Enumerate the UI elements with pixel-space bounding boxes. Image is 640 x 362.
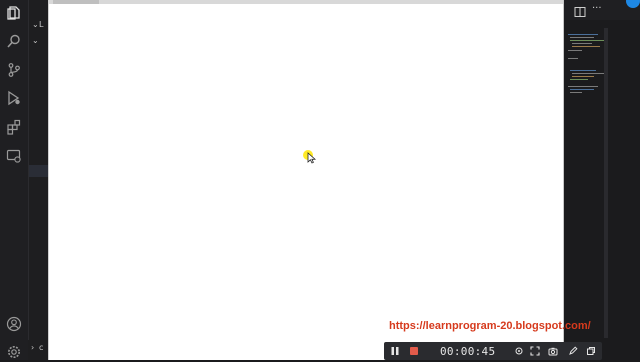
extensions-icon[interactable] xyxy=(4,117,24,137)
explorer-footer: › c xyxy=(28,340,48,360)
explorer-row-label[interactable]: L xyxy=(39,20,43,29)
browser-window[interactable] xyxy=(48,0,564,360)
browser-tab-edge[interactable] xyxy=(53,0,99,4)
fullscreen-icon[interactable] xyxy=(530,346,540,356)
window-icon[interactable] xyxy=(586,346,596,356)
browser-top-edge xyxy=(49,0,563,4)
source-control-icon[interactable] xyxy=(4,60,24,80)
settings-gear-icon[interactable] xyxy=(4,342,24,362)
editor-minimap xyxy=(562,20,640,360)
mouse-cursor xyxy=(303,150,317,164)
recording-timer: 00:00:45 xyxy=(440,344,496,358)
chevron-right-icon[interactable]: › xyxy=(31,343,34,352)
explorer-footer-label[interactable]: c xyxy=(39,343,43,352)
editor-scrollbar[interactable] xyxy=(604,28,608,338)
camera-icon[interactable] xyxy=(548,346,558,356)
explorer-panel: ⌄ ⌄ L xyxy=(29,0,48,360)
activity-bar xyxy=(0,0,29,360)
explorer-selected-row[interactable] xyxy=(29,165,48,177)
stop-icon[interactable] xyxy=(409,346,419,356)
screen-recorder-toolbar: 00:00:45 xyxy=(384,342,602,360)
explorer-chevron-icon[interactable]: ⌄ xyxy=(32,36,39,45)
pen-icon[interactable] xyxy=(568,346,578,356)
more-actions-icon[interactable]: ··· xyxy=(592,3,604,15)
remote-explorer-icon[interactable] xyxy=(4,146,24,166)
pause-icon[interactable] xyxy=(390,346,400,356)
search-icon[interactable] xyxy=(4,31,24,51)
screenshot-region-icon[interactable] xyxy=(514,346,524,356)
watermark-url: https://learnprogram-20.blogspot.com/ xyxy=(389,320,591,332)
account-icon[interactable] xyxy=(4,314,24,334)
explorer-icon[interactable] xyxy=(4,3,24,23)
cursor-arrow-icon xyxy=(307,152,317,164)
explorer-chevron-icon[interactable]: ⌄ xyxy=(32,20,39,29)
run-debug-icon[interactable] xyxy=(4,88,24,108)
split-editor-icon[interactable] xyxy=(574,3,586,17)
